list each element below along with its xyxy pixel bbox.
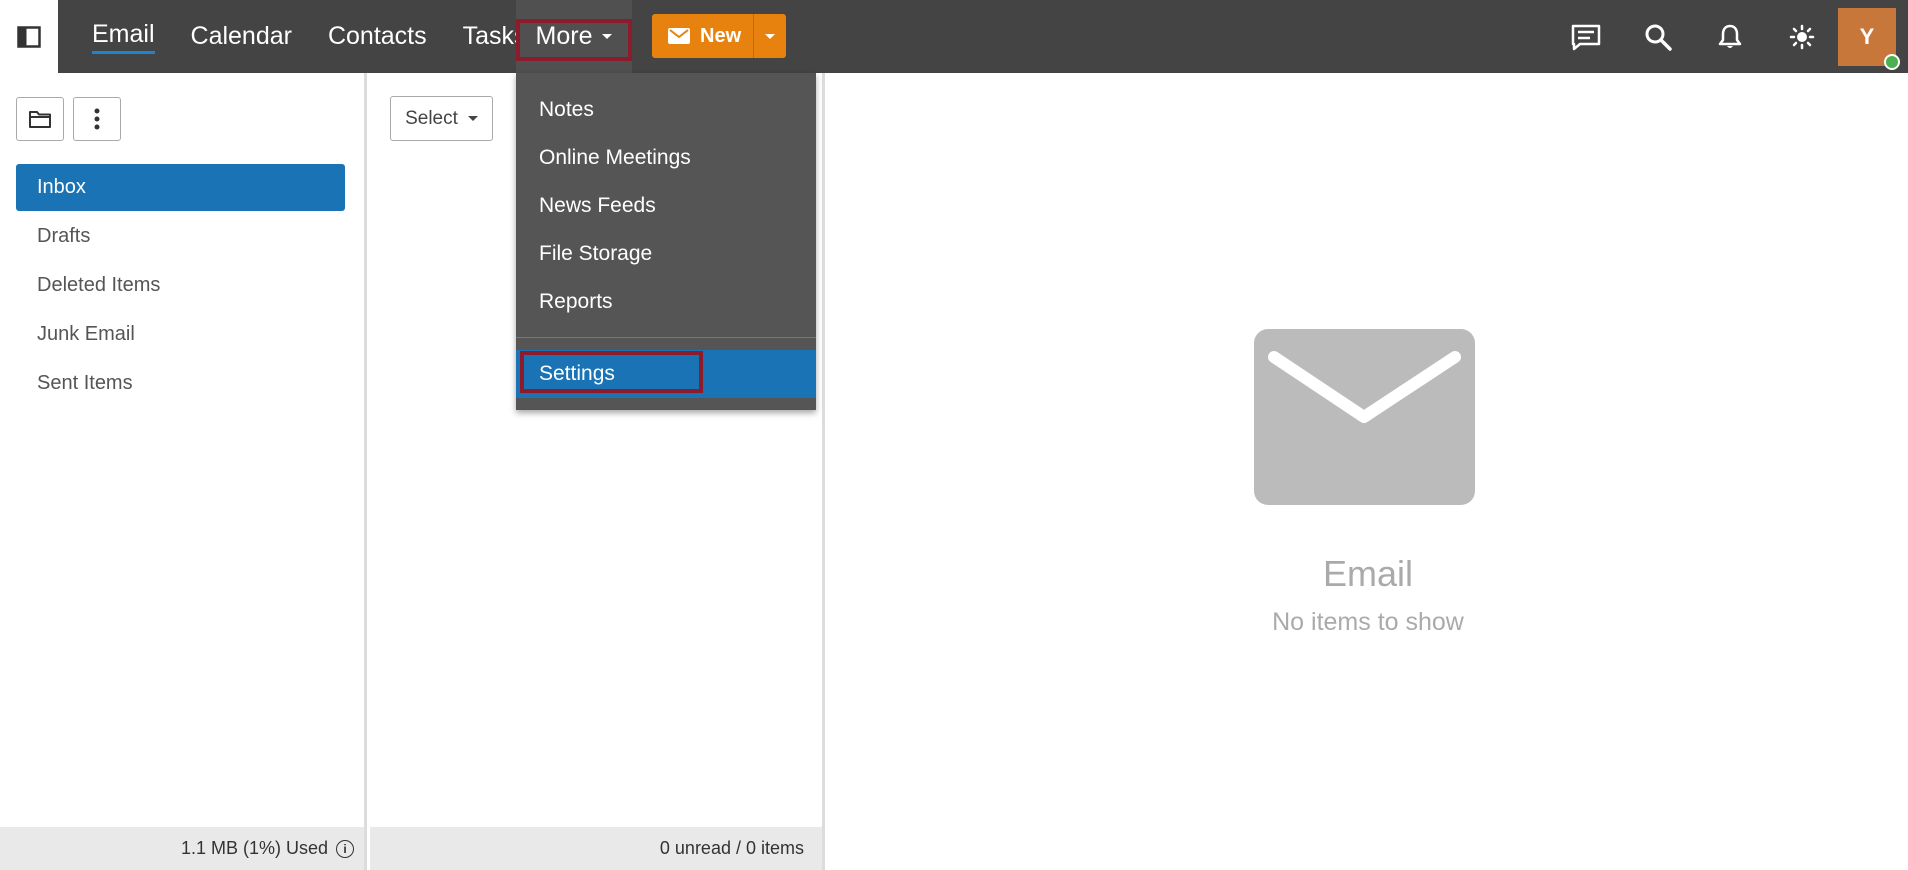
folder-list: Inbox Drafts Deleted Items Junk Email Se… [16,164,345,409]
menu-item-label: Notes [539,98,594,121]
main-nav: Email Calendar Contacts Tasks [74,0,545,73]
chevron-down-icon [765,33,776,39]
empty-state-subtitle: No items to show [1272,608,1464,636]
search-icon [1645,24,1672,51]
chat-button[interactable] [1550,0,1622,73]
menu-item-news-feeds[interactable]: News Feeds [516,182,816,230]
folder-label: Sent Items [37,372,133,394]
new-button-group: New [652,14,787,58]
menu-item-settings[interactable]: Settings [516,350,816,398]
reading-pane: Email No items to show [828,73,1908,870]
top-icons: Y [1550,0,1908,73]
top-bar: Email Calendar Contacts Tasks More New Y [0,0,1908,73]
nav-email[interactable]: Email [74,0,173,73]
more-options-button[interactable] [73,97,121,141]
nav-contacts[interactable]: Contacts [310,0,445,73]
more-dropdown-menu: Notes Online Meetings News Feeds File St… [516,73,816,410]
menu-divider [516,337,816,338]
menu-item-label: File Storage [539,242,653,265]
menu-item-label: News Feeds [539,194,656,217]
nav-more-button[interactable]: More [516,0,632,73]
nav-calendar[interactable]: Calendar [173,0,310,73]
nav-calendar-label: Calendar [190,22,292,50]
menu-item-file-storage[interactable]: File Storage [516,230,816,278]
chat-icon [1571,24,1601,50]
envelope-icon [1254,329,1475,505]
select-dropdown[interactable]: Select [390,96,493,141]
avatar-initial: Y [1859,23,1875,49]
nav-contacts-label: Contacts [327,22,427,50]
search-button[interactable] [1622,0,1694,73]
bell-icon [1718,24,1742,48]
avatar[interactable]: Y [1838,7,1900,70]
folder-sent-items[interactable]: Sent Items [16,360,345,407]
folder-inbox[interactable]: Inbox [16,164,345,211]
folder-label: Junk Email [37,323,135,345]
folder-deleted-items[interactable]: Deleted Items [16,262,345,309]
new-dropdown-button[interactable] [753,14,787,58]
info-icon[interactable]: i [336,839,354,858]
select-label: Select [405,107,458,129]
storage-footer: 1.1 MB (1%) Used i [0,827,364,870]
empty-state-title: Email [1322,553,1414,594]
menu-item-online-meetings[interactable]: Online Meetings [516,134,816,182]
storage-used: 1.1 MB (1%) Used [180,838,328,858]
folder-label: Drafts [37,225,91,247]
folder-icon [29,111,51,128]
menu-item-reports[interactable]: Reports [516,278,816,326]
notifications-button[interactable] [1694,0,1766,73]
nav-email-label: Email [92,20,155,54]
menu-item-label: Reports [539,290,613,313]
menu-item-label: Online Meetings [539,146,691,169]
folder-label: Inbox [37,176,86,198]
chevron-down-icon [467,116,478,121]
sun-icon [1789,24,1815,49]
folder-pane: Inbox Drafts Deleted Items Junk Email Se… [0,73,367,870]
highlight-box [516,19,632,61]
menu-item-notes[interactable]: Notes [516,86,816,134]
new-button[interactable]: New [652,14,754,58]
kebab-icon [94,108,100,130]
folder-drafts[interactable]: Drafts [16,213,345,260]
sidebar-toggle-button[interactable] [0,0,58,73]
folder-label: Deleted Items [37,274,161,296]
list-summary-footer: 0 unread / 0 items [370,827,822,870]
highlight-box [520,351,703,393]
mail-icon [668,28,690,44]
folder-button[interactable] [16,97,64,141]
folder-junk-email[interactable]: Junk Email [16,311,345,358]
theme-toggle-button[interactable] [1766,0,1838,73]
new-button-label: New [700,24,742,47]
sidebar-toggle-icon [17,25,41,48]
presence-indicator [1884,53,1900,70]
list-summary: 0 unread / 0 items [659,838,804,858]
